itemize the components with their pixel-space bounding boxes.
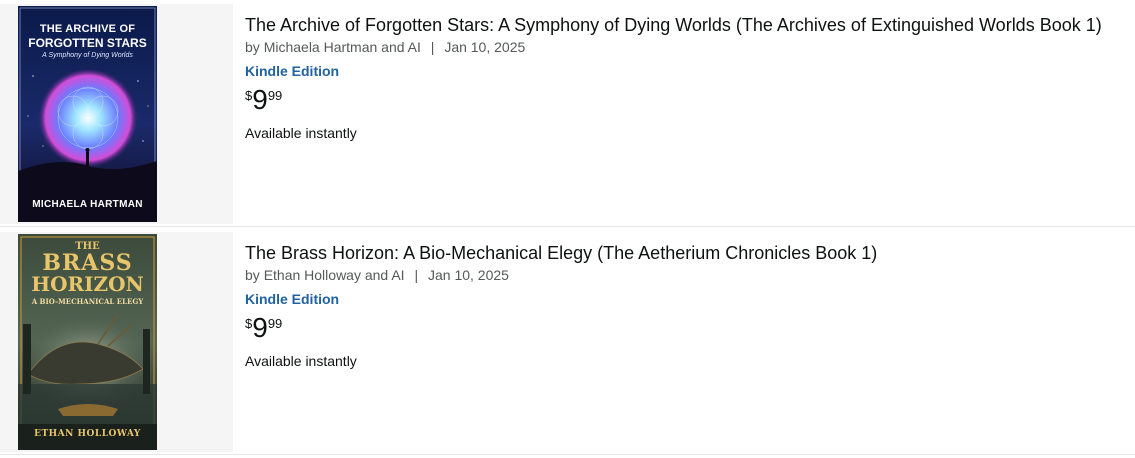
format-link[interactable]: Kindle Edition bbox=[245, 290, 877, 308]
result-byline: by Ethan Holloway and AI | Jan 10, 2025 bbox=[245, 266, 877, 284]
cover-author: MICHAELA HARTMAN bbox=[32, 199, 143, 210]
price-symbol: $ bbox=[245, 316, 253, 331]
cover-author: ETHAN HOLLOWAY bbox=[34, 429, 141, 439]
format-link[interactable]: Kindle Edition bbox=[245, 62, 1102, 80]
result-item: THE ARCHIVE OF FORGOTTEN STARS A Symphon… bbox=[0, 4, 1135, 224]
byline-separator: | bbox=[414, 267, 419, 283]
price-symbol: $ bbox=[245, 88, 253, 103]
availability-text: Available instantly bbox=[245, 353, 357, 369]
cover-title-line1: THE ARCHIVE OF bbox=[39, 23, 136, 35]
price-fraction: 99 bbox=[267, 88, 283, 103]
cover-title-line3: HORIZON bbox=[31, 272, 144, 296]
result-details: The Archive of Forgotten Stars: A Sympho… bbox=[233, 4, 1102, 224]
result-byline: by Michaela Hartman and AI | Jan 10, 202… bbox=[245, 38, 1102, 56]
result-thumbnail-area: THE ARCHIVE OF FORGOTTEN STARS A Symphon… bbox=[0, 4, 233, 224]
publish-date: Jan 10, 2025 bbox=[427, 267, 509, 283]
result-divider bbox=[0, 454, 1135, 455]
result-divider bbox=[0, 226, 1135, 227]
book-cover-image[interactable]: THE BRASS HORIZON A BIO-MECHANICAL ELEGY… bbox=[18, 234, 157, 450]
cover-title-line2: FORGOTTEN STARS bbox=[28, 36, 147, 50]
cover-subtitle: A Symphony of Dying Worlds bbox=[42, 52, 133, 59]
result-title-link[interactable]: The Brass Horizon: A Bio-Mechanical Eleg… bbox=[245, 242, 877, 264]
result-thumbnail-area: THE BRASS HORIZON A BIO-MECHANICAL ELEGY… bbox=[0, 232, 233, 452]
publish-date: Jan 10, 2025 bbox=[444, 39, 526, 55]
byline-prefix: by bbox=[245, 267, 260, 283]
result-title-link[interactable]: The Archive of Forgotten Stars: A Sympho… bbox=[245, 14, 1102, 36]
cover-subtitle: A BIO-MECHANICAL ELEGY bbox=[31, 297, 144, 306]
availability-text: Available instantly bbox=[245, 125, 357, 141]
result-item: THE BRASS HORIZON A BIO-MECHANICAL ELEGY… bbox=[0, 232, 1135, 452]
author-names: Michaela Hartman and AI bbox=[263, 39, 421, 55]
author-names: Ethan Holloway and AI bbox=[263, 267, 405, 283]
price[interactable]: $ 9 99 bbox=[245, 314, 877, 342]
price-whole: 9 bbox=[252, 312, 268, 343]
price[interactable]: $ 9 99 bbox=[245, 86, 1102, 114]
byline-prefix: by bbox=[245, 39, 260, 55]
byline-separator: | bbox=[430, 39, 435, 55]
result-details: The Brass Horizon: A Bio-Mechanical Eleg… bbox=[233, 232, 877, 452]
search-results: THE ARCHIVE OF FORGOTTEN STARS A Symphon… bbox=[0, 0, 1135, 458]
book-cover-image[interactable]: THE ARCHIVE OF FORGOTTEN STARS A Symphon… bbox=[18, 6, 157, 222]
price-whole: 9 bbox=[252, 84, 268, 115]
price-fraction: 99 bbox=[267, 316, 283, 331]
